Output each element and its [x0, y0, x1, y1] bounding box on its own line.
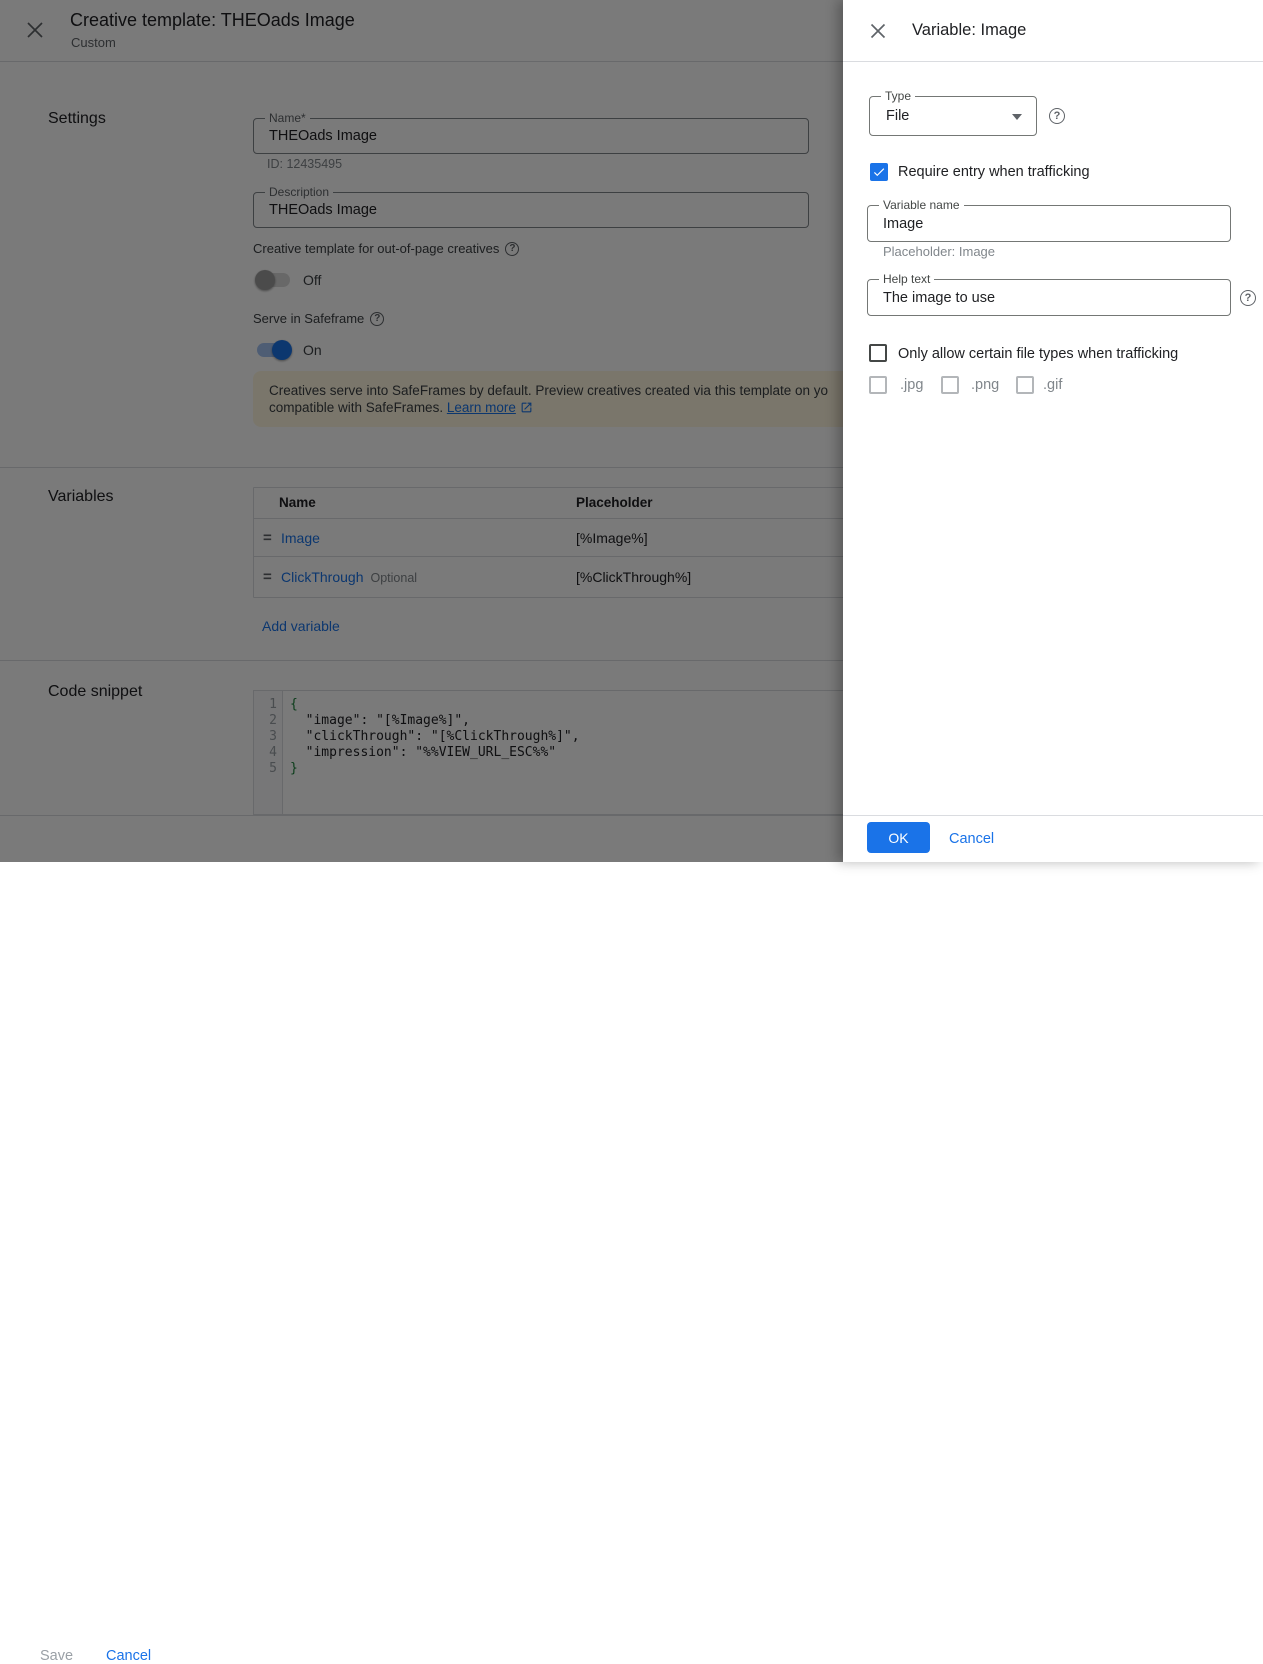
dialog-cancel-button[interactable]: Cancel	[949, 831, 994, 847]
file-types-checkbox[interactable]	[869, 344, 887, 362]
placeholder-hint: Placeholder: Image	[883, 244, 995, 259]
variable-name-label: Variable name	[879, 198, 964, 213]
save-button[interactable]: Save	[40, 1648, 73, 1664]
help-icon[interactable]: ?	[1240, 290, 1256, 306]
dialog-title: Variable: Image	[912, 21, 1026, 40]
require-entry-label[interactable]: Require entry when trafficking	[898, 164, 1090, 180]
dialog-header: Variable: Image	[843, 0, 1263, 62]
help-text-label: Help text	[879, 272, 934, 287]
gif-checkbox[interactable]	[1016, 376, 1034, 394]
divider	[843, 815, 1263, 816]
type-select-value: File	[886, 108, 909, 124]
require-entry-checkbox[interactable]	[870, 163, 888, 181]
png-label: .png	[971, 377, 999, 393]
variable-dialog: Variable: Image Type File ? Require entr…	[843, 0, 1263, 862]
variable-name-field[interactable]: Variable name	[867, 205, 1231, 242]
type-select-label: Type	[881, 89, 915, 104]
file-types-label[interactable]: Only allow certain file types when traff…	[898, 346, 1178, 362]
gif-label: .gif	[1043, 377, 1062, 393]
cancel-button[interactable]: Cancel	[106, 1648, 151, 1664]
type-select[interactable]: Type File	[869, 96, 1037, 136]
ok-button[interactable]: OK	[867, 822, 930, 853]
help-icon[interactable]: ?	[1049, 108, 1065, 124]
jpg-checkbox[interactable]	[869, 376, 887, 394]
help-text-field[interactable]: Help text	[867, 279, 1231, 316]
close-icon[interactable]	[869, 22, 889, 42]
png-checkbox[interactable]	[941, 376, 959, 394]
chevron-down-icon	[1012, 114, 1022, 120]
jpg-label: .jpg	[900, 377, 923, 393]
